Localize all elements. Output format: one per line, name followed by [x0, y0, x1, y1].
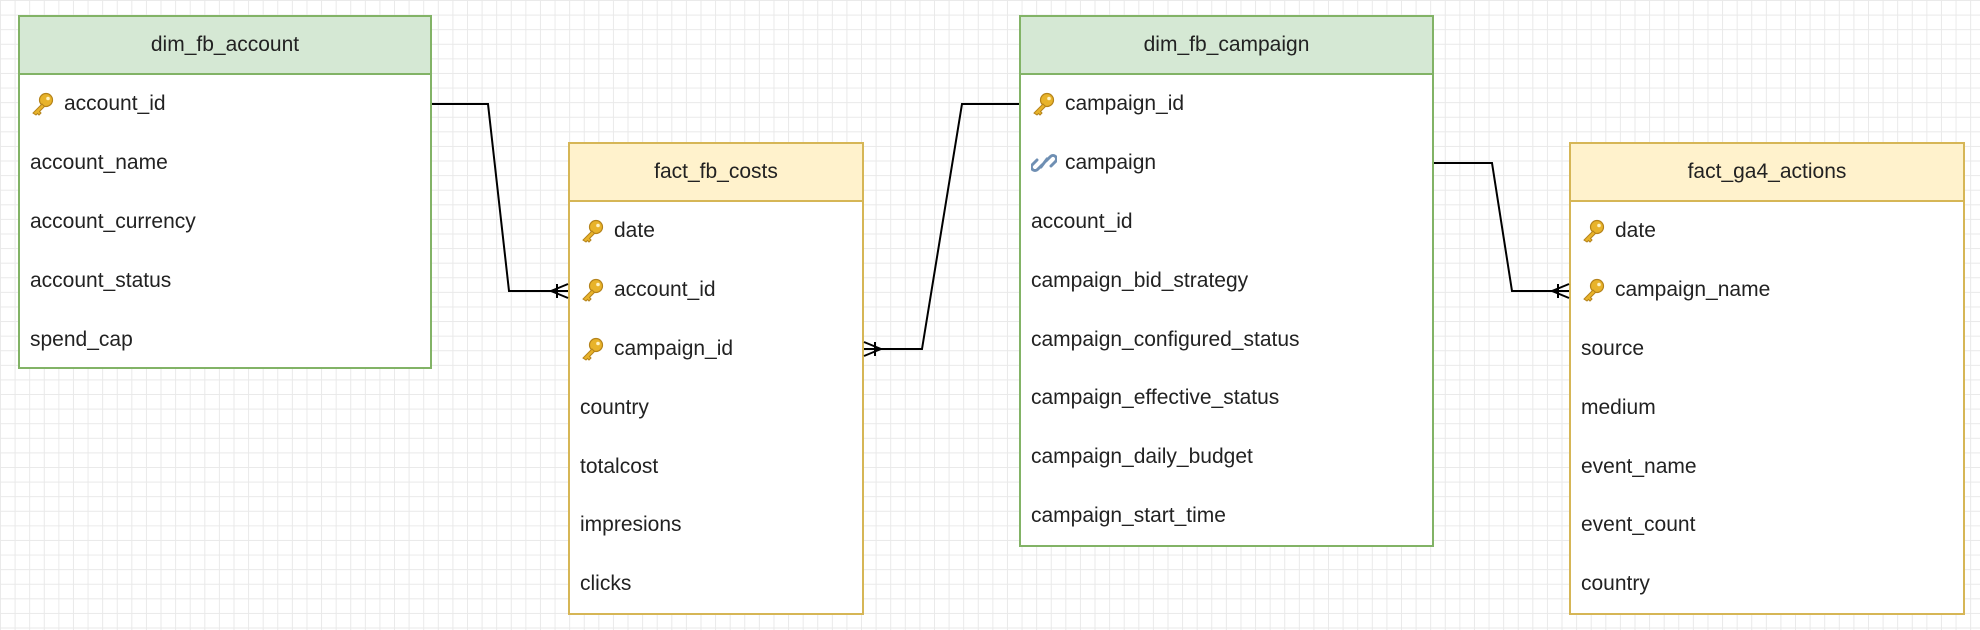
field-name: date	[1615, 219, 1656, 243]
field-name: campaign_id	[614, 336, 734, 360]
field-row[interactable]: campaign	[1021, 134, 1432, 193]
field-row[interactable]: campaign_configured_status	[1021, 310, 1432, 369]
key-icon	[580, 337, 606, 361]
field-row[interactable]: country	[1571, 555, 1963, 614]
field-row[interactable]: campaign_id	[1021, 75, 1432, 134]
link-icon	[1031, 151, 1057, 175]
field-name: account_id	[614, 278, 716, 302]
key-icon	[1581, 219, 1607, 244]
field-name: country	[1581, 572, 1650, 596]
field-row[interactable]: account_currency	[20, 193, 430, 252]
field-name: campaign_start_time	[1031, 503, 1226, 527]
relationship-account[interactable]	[432, 103, 569, 299]
field-name: campaign_bid_strategy	[1031, 268, 1249, 292]
field-row[interactable]: account_id	[1021, 193, 1432, 252]
field-name: campaign_name	[1615, 278, 1771, 302]
key-icon	[580, 219, 606, 244]
field-name: event_count	[1581, 513, 1696, 537]
field-row[interactable]: campaign_id	[570, 320, 862, 379]
key-icon	[1031, 92, 1057, 117]
field-row[interactable]: clicks	[570, 555, 862, 614]
field-row[interactable]: medium	[1571, 378, 1963, 437]
key-icon	[1581, 278, 1607, 302]
key-icon	[30, 92, 56, 117]
field-name: impresions	[580, 513, 682, 537]
field-name: event_name	[1581, 454, 1697, 478]
field-row[interactable]: campaign_effective_status	[1021, 369, 1432, 428]
table-title-fact-ga4-actions: fact_ga4_actions	[1571, 144, 1963, 202]
field-name: source	[1581, 336, 1645, 360]
field-row[interactable]: campaign_start_time	[1021, 487, 1432, 546]
field-row[interactable]: impresions	[570, 496, 862, 555]
table-title-dim-fb-account: dim_fb_account	[20, 17, 430, 75]
table-title-fact-fb-costs: fact_fb_costs	[570, 144, 862, 202]
table-fact-ga4-actions[interactable]: fact_ga4_actions date campaign_name sour…	[1569, 142, 1965, 615]
key-icon	[580, 278, 606, 302]
field-name: account_currency	[30, 209, 196, 233]
field-row[interactable]: campaign_bid_strategy	[1021, 251, 1432, 310]
field-row[interactable]: totalcost	[570, 437, 862, 496]
field-name: clicks	[580, 572, 632, 596]
field-row[interactable]: date	[570, 202, 862, 261]
field-name: campaign_daily_budget	[1031, 445, 1253, 469]
field-name: campaign_effective_status	[1031, 386, 1280, 410]
field-name: campaign_id	[1065, 92, 1185, 116]
relationship-campaign-name[interactable]	[1434, 162, 1570, 299]
field-name: medium	[1581, 395, 1656, 419]
field-row[interactable]: country	[570, 378, 862, 437]
field-row[interactable]: event_count	[1571, 496, 1963, 555]
field-row[interactable]: spend_cap	[20, 310, 430, 369]
field-row[interactable]: account_name	[20, 134, 430, 193]
field-row[interactable]: campaign_daily_budget	[1021, 428, 1432, 487]
table-dim-fb-account[interactable]: dim_fb_account account_id account_name a…	[18, 15, 432, 369]
field-name: account_id	[64, 92, 166, 116]
field-name: account_name	[30, 151, 168, 175]
field-name: campaign	[1065, 151, 1157, 175]
relationship-campaign-id[interactable]	[863, 103, 1019, 357]
table-dim-fb-campaign[interactable]: dim_fb_campaign campaign_id campaign acc…	[1019, 15, 1434, 547]
field-row[interactable]: account_id	[20, 75, 430, 134]
field-row[interactable]: date	[1571, 202, 1963, 261]
table-fact-fb-costs[interactable]: fact_fb_costs date account_id campaign_i…	[568, 142, 864, 615]
field-name: campaign_configured_status	[1031, 327, 1300, 351]
field-row[interactable]: campaign_name	[1571, 261, 1963, 320]
table-title-dim-fb-campaign: dim_fb_campaign	[1021, 17, 1432, 75]
field-name: totalcost	[580, 454, 659, 478]
field-row[interactable]: account_status	[20, 251, 430, 310]
field-row[interactable]: event_name	[1571, 437, 1963, 496]
field-row[interactable]: source	[1571, 320, 1963, 379]
field-name: account_status	[30, 268, 172, 292]
field-name: date	[614, 219, 655, 243]
field-name: country	[580, 395, 649, 419]
field-name: account_id	[1031, 209, 1133, 233]
field-name: spend_cap	[30, 327, 133, 351]
field-row[interactable]: account_id	[570, 261, 862, 320]
